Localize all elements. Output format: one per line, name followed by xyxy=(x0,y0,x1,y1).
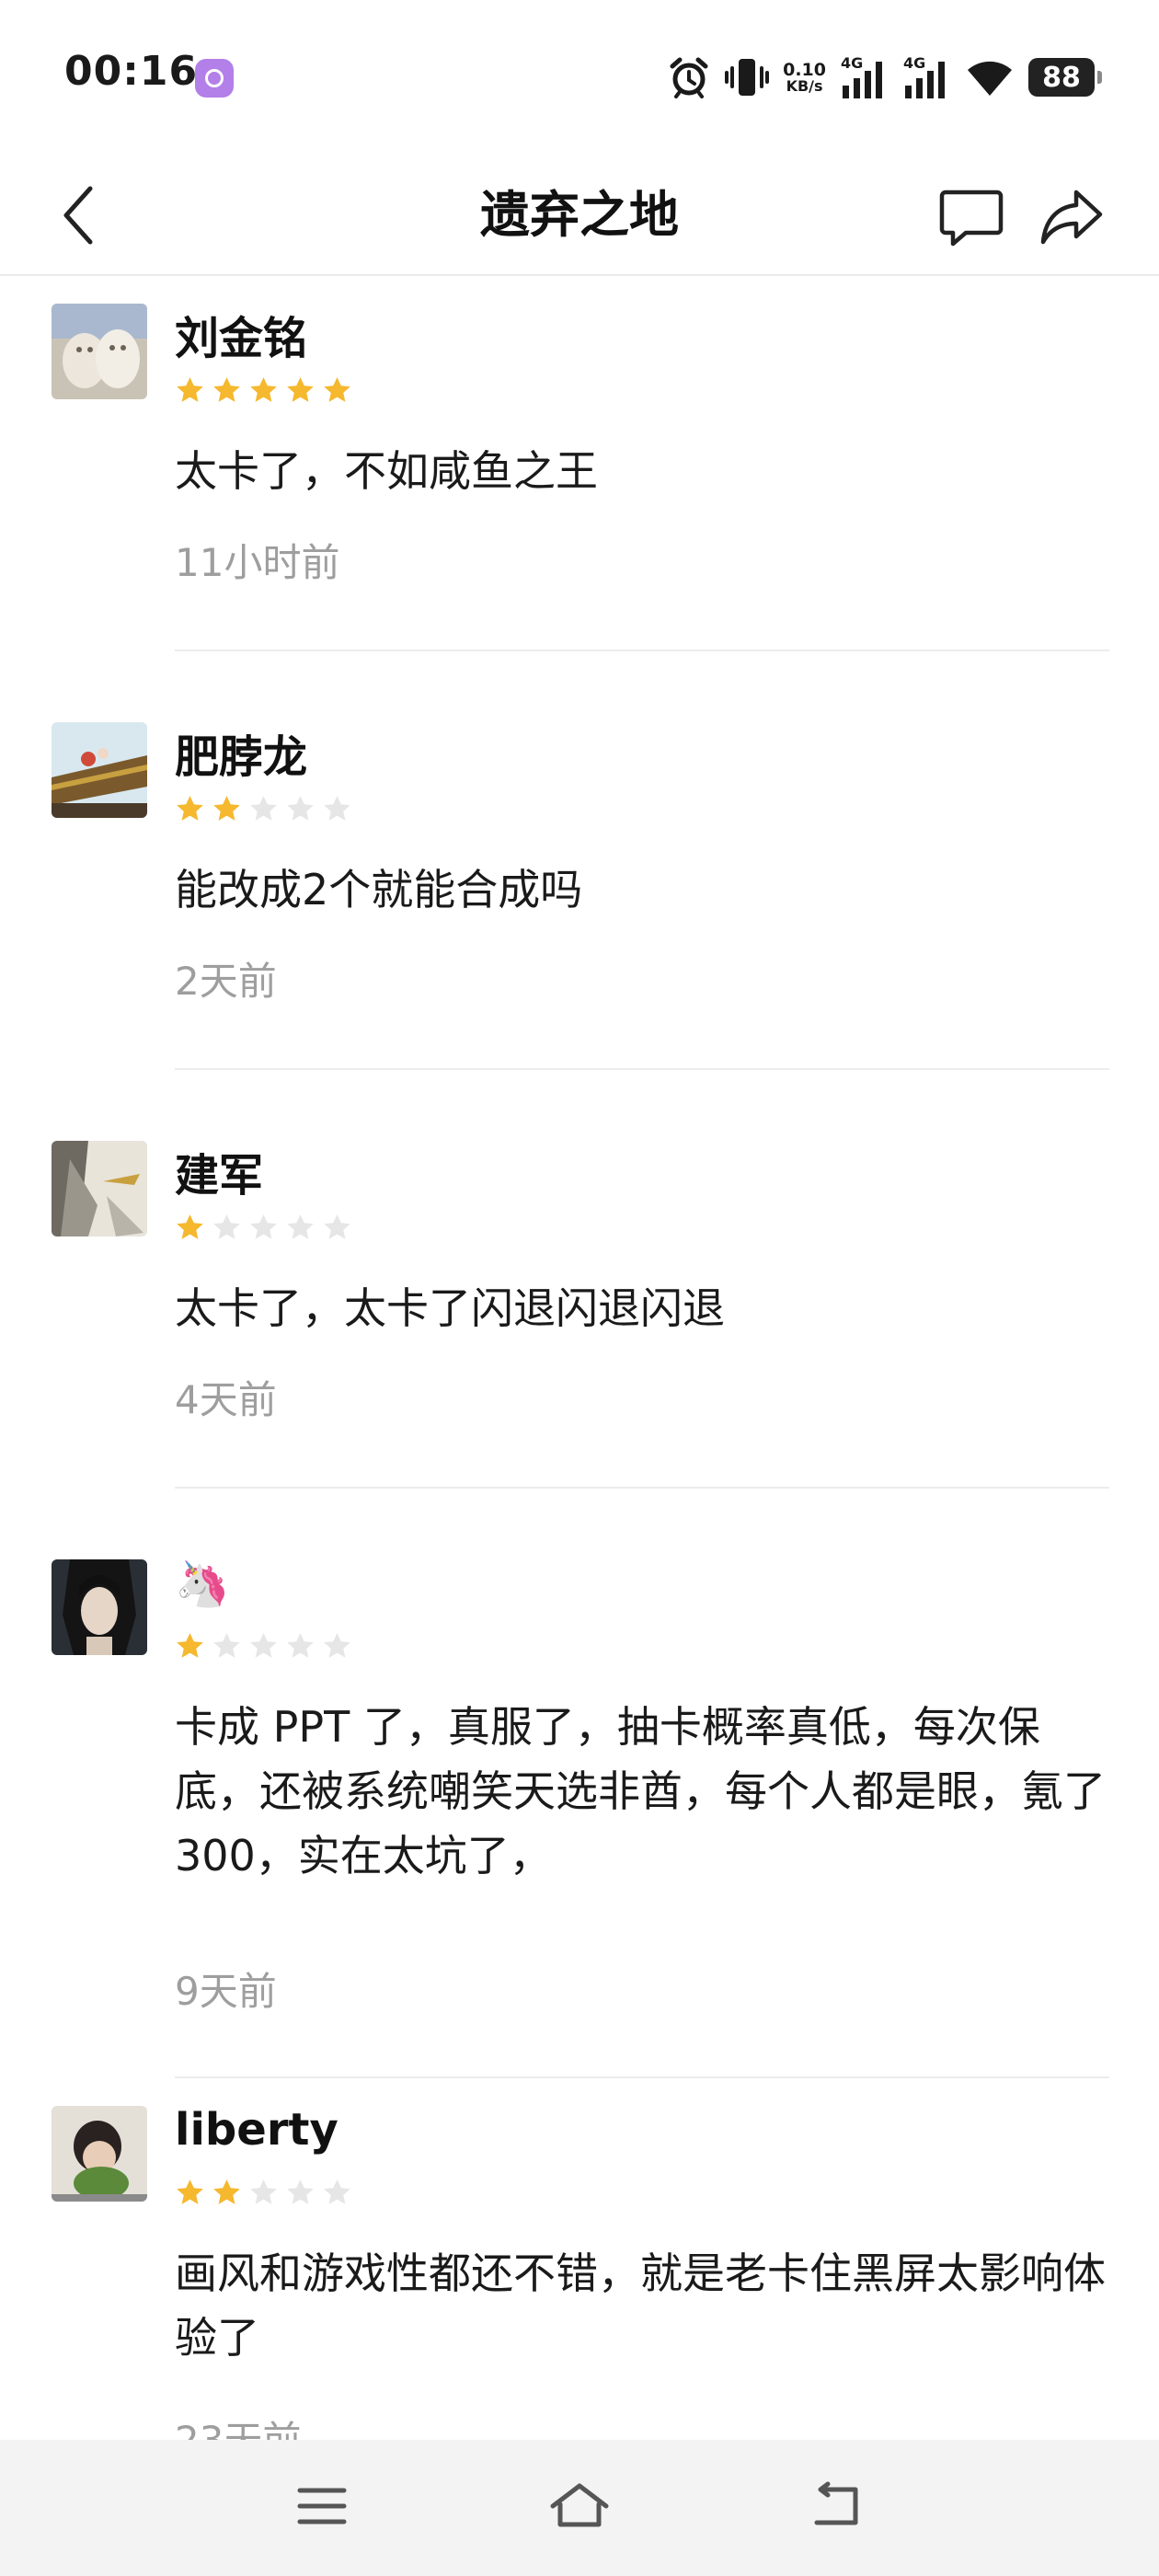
review-item: liberty 画风和游戏性都还不错，就是老卡住黑屏太影响体验了 23天前 xyxy=(0,2078,1159,2440)
review-time: 11小时前 xyxy=(175,540,340,585)
star-filled-icon xyxy=(177,1633,203,1658)
alarm-icon xyxy=(670,57,708,98)
star-empty-icon xyxy=(250,1214,277,1239)
chevron-left-icon xyxy=(63,186,93,245)
star-empty-icon xyxy=(287,1633,314,1658)
app-notification-icon xyxy=(195,59,234,98)
star-empty-icon xyxy=(287,2179,314,2204)
signal-icon xyxy=(843,62,882,98)
rating-stars xyxy=(175,1213,352,1243)
rating-stars xyxy=(175,375,352,406)
review-item: 肥脖龙 能改成2个就能合成吗 2天前 xyxy=(0,695,1159,1070)
back-nav-button[interactable] xyxy=(786,2460,888,2552)
divider xyxy=(175,1068,1109,1070)
net-speed-value: 0.10 xyxy=(783,59,826,80)
star-empty-icon xyxy=(324,796,350,821)
status-bar: 00:16 0.10 KB/s 4G 4G 88 xyxy=(0,0,1159,156)
rating-stars xyxy=(175,1631,352,1662)
star-filled-icon xyxy=(250,377,277,402)
reviewer-name: 建军 xyxy=(175,1150,264,1202)
divider xyxy=(175,1487,1109,1489)
share-icon xyxy=(1040,190,1103,245)
share-button[interactable] xyxy=(1027,177,1115,258)
app-header: 遗弃之地 xyxy=(0,156,1159,276)
rating-stars xyxy=(175,2178,352,2208)
avatar[interactable] xyxy=(52,1141,147,1236)
review-text: 太卡了，太卡了闪退闪退闪退 xyxy=(175,1283,725,1333)
review-text: 卡成 PPT 了，真服了，抽卡概率真低，每次保底，还被系统嘲笑天选非酋，每个人都… xyxy=(175,1702,1106,1880)
star-empty-icon xyxy=(324,2179,350,2204)
reviewer-name: 肥脖龙 xyxy=(175,731,308,783)
reviewer-name: 🦄 xyxy=(175,1558,230,1610)
signal-1: 4G xyxy=(839,54,889,100)
review-time: 4天前 xyxy=(175,1377,277,1422)
review-item: 刘金铭 太卡了，不如咸鱼之王 11小时前 xyxy=(0,276,1159,651)
star-filled-icon xyxy=(324,377,350,402)
wifi-icon xyxy=(968,61,1012,96)
back-button[interactable] xyxy=(37,173,121,258)
review-item: 建军 太卡了，太卡了闪退闪退闪退 4天前 xyxy=(0,1113,1159,1489)
avatar[interactable] xyxy=(52,304,147,399)
net-speed-unit: KB/s xyxy=(786,76,823,95)
star-empty-icon xyxy=(324,1633,350,1658)
net-speed: 0.10 KB/s xyxy=(783,59,826,95)
review-text: 画风和游戏性都还不错，就是老卡住黑屏太影响体验了 xyxy=(175,2248,1106,2363)
status-icons: 0.10 KB/s 4G 4G 88 xyxy=(667,52,1102,103)
menu-button[interactable] xyxy=(271,2460,373,2552)
comment-icon xyxy=(939,190,1004,247)
star-empty-icon xyxy=(250,1633,277,1658)
vibrate-icon xyxy=(725,59,770,96)
star-empty-icon xyxy=(213,1633,240,1658)
reviewer-name: 刘金铭 xyxy=(175,313,308,364)
comment-button[interactable] xyxy=(927,177,1016,258)
review-text: 太卡了，不如咸鱼之王 xyxy=(175,446,598,496)
status-time: 00:16 xyxy=(64,48,199,95)
review-item: 🦄 卡成 PPT 了，真服了，抽卡概率真低，每次保底，还被系统嘲笑天选非酋，每个… xyxy=(0,1532,1159,2078)
star-filled-icon xyxy=(177,377,203,402)
review-list[interactable]: 刘金铭 太卡了，不如咸鱼之王 11小时前 肥脖龙 能改成2个就能合成吗 2天前 xyxy=(0,276,1159,2440)
avatar[interactable] xyxy=(52,1559,147,1655)
home-icon xyxy=(550,2483,609,2527)
rating-stars xyxy=(175,794,352,824)
star-filled-icon xyxy=(287,377,314,402)
review-time: 9天前 xyxy=(175,1969,277,2014)
star-filled-icon xyxy=(177,1214,203,1239)
star-filled-icon xyxy=(213,796,240,821)
review-time: 2天前 xyxy=(175,959,277,1004)
review-text: 能改成2个就能合成吗 xyxy=(175,865,583,914)
star-empty-icon xyxy=(324,1214,350,1239)
system-nav-bar xyxy=(0,2440,1159,2576)
battery-icon: 88 xyxy=(1028,58,1102,97)
menu-icon xyxy=(297,2488,347,2524)
review-time: 23天前 xyxy=(175,2409,301,2440)
signal-2: 4G xyxy=(901,54,951,100)
signal-icon xyxy=(905,62,945,98)
star-filled-icon xyxy=(177,2179,203,2204)
star-filled-icon xyxy=(177,796,203,821)
star-filled-icon xyxy=(213,377,240,402)
star-filled-icon xyxy=(213,2179,240,2204)
avatar[interactable] xyxy=(52,722,147,818)
avatar[interactable] xyxy=(52,2106,147,2202)
star-empty-icon xyxy=(250,796,277,821)
star-empty-icon xyxy=(250,2179,277,2204)
star-empty-icon xyxy=(287,1214,314,1239)
reviewer-name: liberty xyxy=(175,2104,339,2156)
back-icon xyxy=(814,2481,858,2525)
home-button[interactable] xyxy=(529,2460,630,2552)
star-empty-icon xyxy=(213,1214,240,1239)
divider xyxy=(175,650,1109,651)
star-empty-icon xyxy=(287,796,314,821)
battery-level: 88 xyxy=(1042,61,1081,94)
